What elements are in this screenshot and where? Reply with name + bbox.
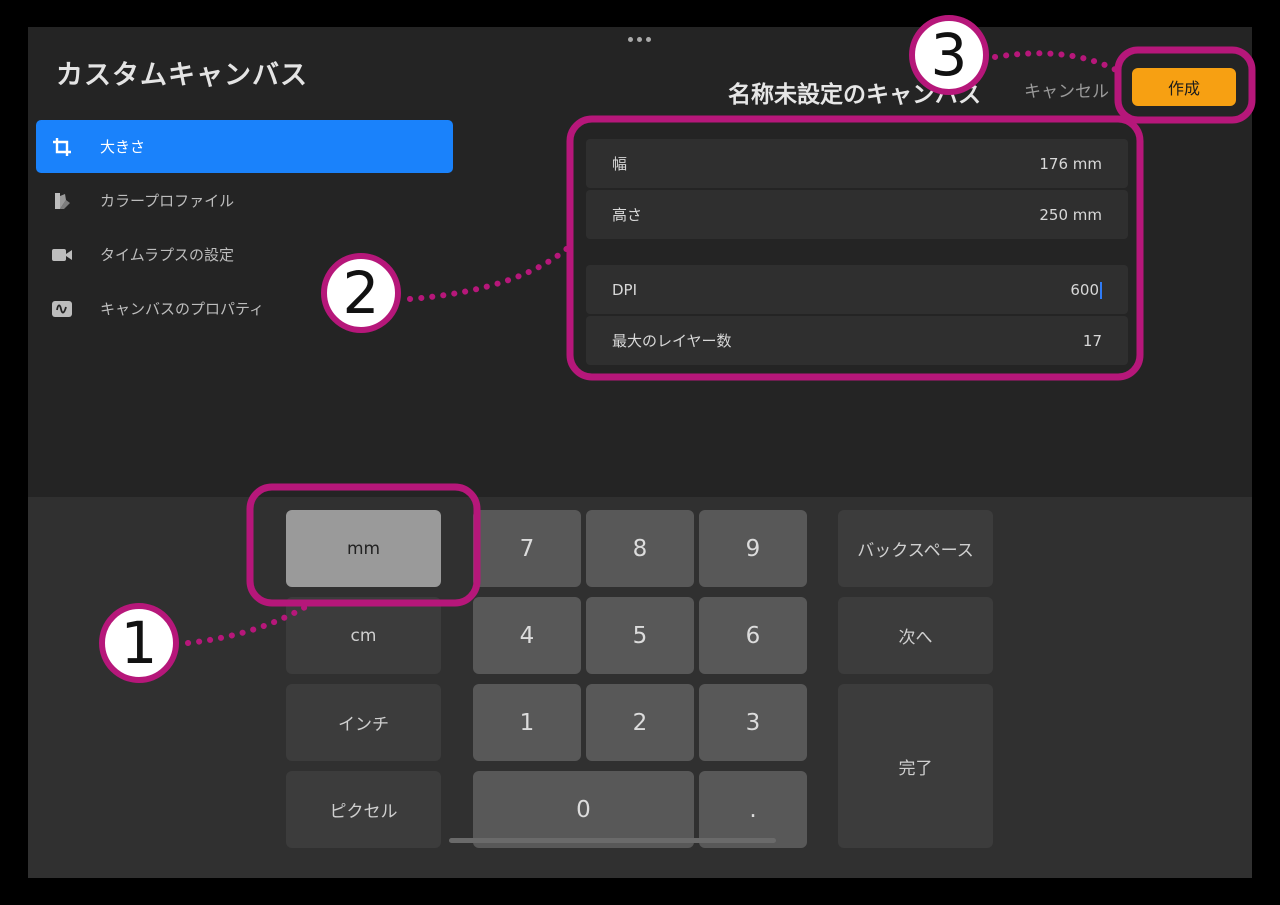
- width-value: 176 mm: [1039, 154, 1102, 173]
- cancel-button[interactable]: キャンセル: [1024, 77, 1109, 102]
- max-layers-label: 最大のレイヤー数: [612, 332, 732, 350]
- digit-key-4[interactable]: 4: [473, 597, 581, 674]
- digit-key-3[interactable]: 3: [699, 684, 807, 761]
- unit-key-inch[interactable]: インチ: [286, 684, 441, 761]
- sidebar-item-color-profile[interactable]: カラープロファイル: [36, 174, 453, 227]
- create-button[interactable]: 作成: [1132, 68, 1236, 106]
- dpi-field[interactable]: DPI 600: [586, 265, 1128, 314]
- panel-title: カスタムキャンバス: [56, 60, 308, 91]
- video-camera-icon: [51, 244, 73, 266]
- unit-key-mm[interactable]: mm: [286, 510, 441, 587]
- sidebar-item-label: タイムラプスの設定: [100, 246, 234, 264]
- decimal-key[interactable]: .: [699, 771, 807, 848]
- digit-key-1[interactable]: 1: [473, 684, 581, 761]
- dpi-value: 600: [1070, 280, 1099, 299]
- height-label: 高さ: [612, 206, 643, 224]
- crop-icon: [51, 136, 73, 158]
- max-layers-field[interactable]: 最大のレイヤー数 17: [586, 316, 1128, 365]
- callout-badge-1: 1: [99, 603, 179, 683]
- digit-key-2[interactable]: 2: [586, 684, 694, 761]
- digit-key-8[interactable]: 8: [586, 510, 694, 587]
- text-cursor: [1100, 281, 1102, 299]
- width-field[interactable]: 幅 176 mm: [586, 139, 1128, 188]
- sidebar-item-label: キャンバスのプロパティ: [100, 300, 265, 318]
- backspace-key[interactable]: バックスペース: [838, 510, 993, 587]
- done-key[interactable]: 完了: [838, 684, 993, 848]
- next-key[interactable]: 次へ: [838, 597, 993, 674]
- canvas-properties-icon: [51, 298, 73, 320]
- color-swatch-icon: [51, 190, 73, 212]
- dpi-label: DPI: [612, 280, 638, 299]
- custom-canvas-screen: カスタムキャンバス 大きさ カラープロファイル タイムラプスの設定 キャンバスの…: [28, 27, 1252, 878]
- width-label: 幅: [612, 155, 628, 173]
- digit-key-5[interactable]: 5: [586, 597, 694, 674]
- digit-key-7[interactable]: 7: [473, 510, 581, 587]
- height-value: 250 mm: [1039, 205, 1102, 224]
- max-layers-value: 17: [1082, 331, 1102, 350]
- height-field[interactable]: 高さ 250 mm: [586, 190, 1128, 239]
- digit-key-6[interactable]: 6: [699, 597, 807, 674]
- callout-badge-3: 3: [909, 15, 989, 95]
- unit-key-cm[interactable]: cm: [286, 597, 441, 674]
- sidebar-item-label: 大きさ: [100, 138, 146, 156]
- sidebar-item-label: カラープロファイル: [100, 192, 235, 210]
- home-indicator: [449, 838, 776, 843]
- sidebar-item-size[interactable]: 大きさ: [36, 120, 453, 173]
- more-handle-icon[interactable]: [628, 37, 651, 42]
- callout-badge-2: 2: [321, 253, 401, 333]
- digit-key-9[interactable]: 9: [699, 510, 807, 587]
- digit-key-0[interactable]: 0: [473, 771, 694, 848]
- dpi-value-wrap: 600: [1070, 281, 1102, 299]
- unit-key-pixel[interactable]: ピクセル: [286, 771, 441, 848]
